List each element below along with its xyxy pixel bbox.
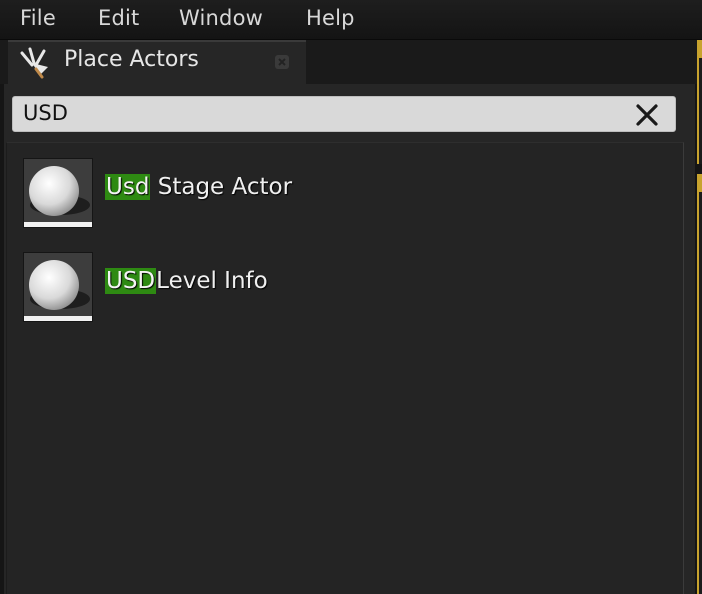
search-match-highlight: USD (105, 268, 157, 294)
clear-x-icon[interactable] (635, 103, 659, 127)
tab-title: Place Actors (64, 47, 199, 72)
right-panel-accent (697, 174, 702, 594)
search-input[interactable]: USD (12, 96, 676, 132)
close-icon[interactable] (274, 54, 290, 70)
menu-window[interactable]: Window (179, 6, 263, 30)
search-input-value: USD (23, 101, 68, 125)
menu-help[interactable]: Help (306, 6, 355, 30)
list-item-label-rest: Stage Actor (150, 174, 293, 200)
right-panel-accent (697, 40, 702, 164)
menu-edit[interactable]: Edit (98, 6, 139, 30)
tab-place-actors[interactable]: Place Actors (8, 40, 306, 84)
list-item-usd-stage-actor[interactable]: Usd Stage Actor (23, 158, 663, 230)
list-item-label: Usd Stage Actor (105, 174, 292, 200)
sphere-actor-icon (23, 252, 93, 322)
list-item-usd-level-info[interactable]: USDLevel Info (23, 252, 663, 324)
list-item-label-rest: Level Info (156, 268, 268, 294)
list-item-label: USDLevel Info (105, 268, 268, 294)
place-actors-icon (20, 47, 48, 79)
menu-bar: File Edit Window Help (0, 0, 702, 40)
sphere-actor-icon (23, 158, 93, 228)
results-list: Usd Stage Actor USDLevel Info (6, 142, 684, 594)
search-match-highlight: Usd (105, 174, 151, 200)
menu-file[interactable]: File (20, 6, 56, 30)
